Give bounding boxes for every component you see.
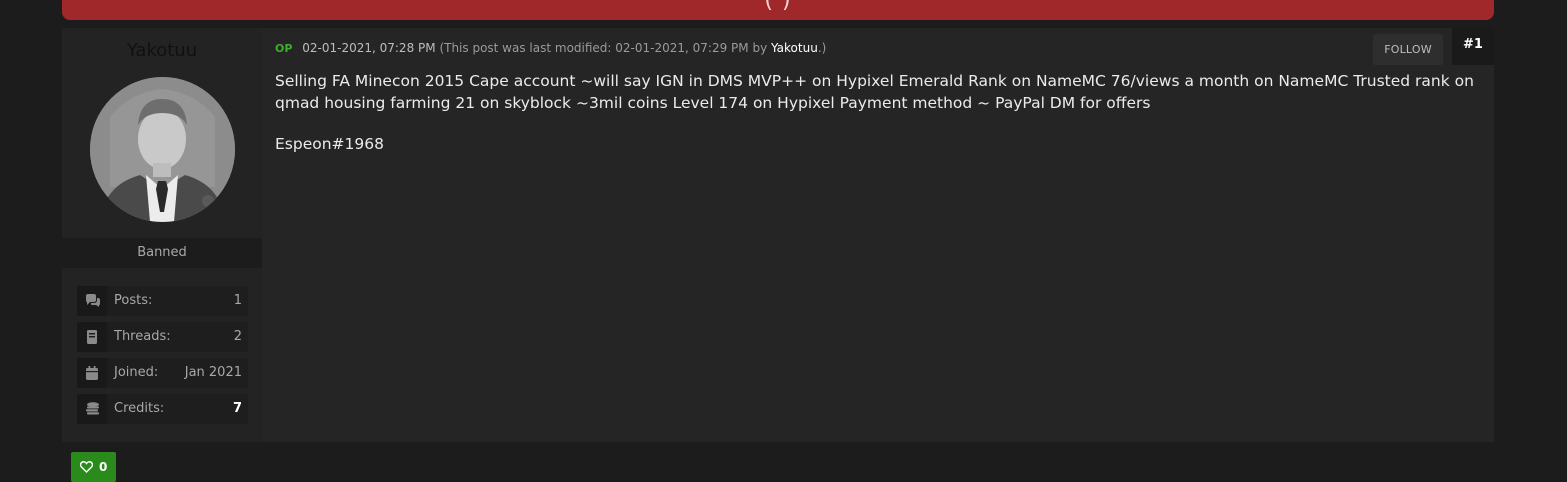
stat-posts: Posts: 1 bbox=[77, 286, 248, 316]
heart-icon bbox=[80, 461, 93, 473]
modified-by-user-link[interactable]: Yakotuu bbox=[771, 41, 818, 55]
stat-joined: Joined: Jan 2021 bbox=[77, 358, 248, 388]
post-body: Selling FA Minecon 2015 Cape account ~wi… bbox=[275, 70, 1475, 174]
stat-label: Threads: bbox=[114, 329, 171, 344]
modified-note: (This post was last modified: 02-01-2021… bbox=[439, 41, 768, 55]
stat-value: 2 bbox=[233, 329, 242, 344]
post-body-paragraph: Selling FA Minecon 2015 Cape account ~wi… bbox=[275, 72, 1474, 112]
stat-label: Joined: bbox=[114, 365, 159, 380]
coins-icon bbox=[86, 402, 99, 415]
forum-post: Yakotuu Banned Posts: 1 Threads: 2 Joine… bbox=[62, 28, 1494, 442]
stat-value: 7 bbox=[232, 401, 242, 416]
post-meta: OP 02-01-2021, 07:28 PM (This post was l… bbox=[275, 41, 826, 55]
book-icon bbox=[87, 330, 97, 344]
stat-value: Jan 2021 bbox=[184, 365, 242, 380]
post-author-panel: Yakotuu Banned Posts: 1 Threads: 2 Joine… bbox=[62, 28, 262, 442]
stat-value: 1 bbox=[233, 293, 242, 308]
op-badge: OP bbox=[275, 42, 293, 55]
stat-label: Posts: bbox=[114, 293, 153, 308]
like-button[interactable]: 0 bbox=[71, 452, 116, 482]
post-body-paragraph: Espeon#1968 bbox=[275, 135, 384, 153]
calendar-icon bbox=[86, 366, 98, 380]
stat-threads: Threads: 2 bbox=[77, 322, 248, 352]
modified-note-end: .) bbox=[817, 41, 827, 55]
author-usergroup: Banned bbox=[62, 238, 262, 268]
announcement-banner: ( ) bbox=[62, 0, 1494, 20]
author-avatar[interactable] bbox=[90, 77, 235, 222]
post-number-link[interactable]: #1 bbox=[1452, 28, 1494, 65]
stat-label: Credits: bbox=[114, 401, 165, 416]
default-avatar-icon bbox=[90, 77, 235, 222]
comments-icon bbox=[86, 294, 100, 307]
author-username[interactable]: Yakotuu bbox=[62, 40, 262, 61]
banner-text: ( ) bbox=[764, 0, 792, 13]
post-date: 02-01-2021, 07:28 PM bbox=[302, 41, 436, 55]
follow-button[interactable]: FOLLOW bbox=[1373, 34, 1443, 65]
stat-credits: Credits: 7 bbox=[77, 394, 248, 424]
